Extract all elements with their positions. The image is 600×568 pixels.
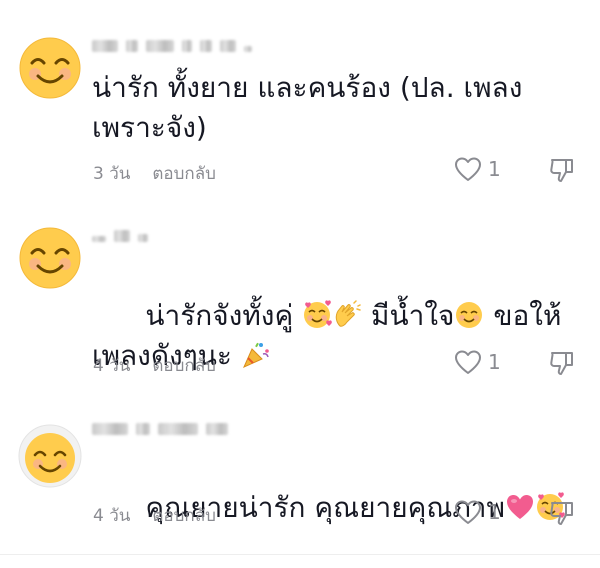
avatar[interactable] [18, 424, 82, 488]
comment-text: น่ารัก ทั้งยาย และคนร้อง (ปล. เพลง เพราะ… [92, 71, 523, 144]
reply-button[interactable]: ตอบกลับ [152, 160, 216, 187]
pink-heart-icon [505, 492, 535, 522]
username-redacted[interactable] [92, 421, 228, 437]
smiling-face-icon [19, 37, 81, 99]
comment-text: น่ารักจังทั้งคู่ มีน้ำใจ ขอให้ เพลงดังๆน… [92, 256, 582, 416]
reply-button[interactable]: ตอบกลับ [152, 352, 216, 379]
thumbs-down-icon [550, 352, 573, 375]
clapping-hands-icon [332, 300, 362, 330]
smiling-face-icon [18, 424, 82, 488]
smiling-face-with-hearts-icon [302, 300, 332, 330]
avatar[interactable] [18, 226, 82, 290]
comment-time: 4 วัน [93, 356, 131, 376]
smiling-face-icon [454, 300, 484, 330]
like-count: 1 [488, 500, 501, 524]
avatar[interactable] [18, 36, 82, 100]
dislike-button[interactable] [548, 499, 576, 527]
divider [0, 554, 600, 555]
comment-time: 3 วัน [93, 164, 131, 184]
comment-meta: 4 วัน ตอบกลับ [93, 502, 216, 529]
username-redacted[interactable] [92, 38, 252, 54]
like-button[interactable]: 1 [454, 156, 501, 182]
comment-list: น่ารัก ทั้งยาย และคนร้อง (ปล. เพลง เพราะ… [0, 0, 600, 562]
dislike-button[interactable] [548, 349, 576, 377]
comment-time: 4 วัน [93, 506, 131, 526]
username-redacted[interactable] [92, 228, 148, 244]
like-button[interactable]: 1 [454, 349, 501, 375]
comment-text-part: มีน้ำใจ [362, 299, 455, 332]
smiling-face-icon [19, 227, 81, 289]
comment-meta: 4 วัน ตอบกลับ [93, 352, 216, 379]
reply-button[interactable]: ตอบกลับ [152, 502, 216, 529]
party-popper-icon [241, 340, 271, 370]
like-button[interactable]: 1 [454, 499, 501, 525]
heart-outline-icon [455, 350, 481, 374]
heart-outline-icon [455, 157, 481, 181]
comment-text-part: น่ารักจังทั้งคู่ [145, 299, 303, 332]
like-count: 1 [488, 350, 501, 374]
dislike-button[interactable] [548, 156, 576, 184]
thumbs-down-icon [550, 502, 573, 525]
like-count: 1 [488, 157, 501, 181]
comment-meta: 3 วัน ตอบกลับ [93, 160, 216, 187]
heart-outline-icon [455, 500, 481, 524]
thumbs-down-icon [550, 159, 573, 182]
